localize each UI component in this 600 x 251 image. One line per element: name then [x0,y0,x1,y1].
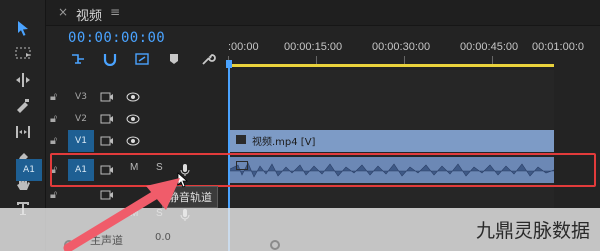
track-select-icon[interactable] [8,44,38,64]
ruler-label: 00:00:30:00 [372,41,431,53]
source-patch-a1[interactable]: A1 [16,159,42,181]
ruler-tick [404,56,405,64]
wrench-icon[interactable] [200,52,216,66]
lock-icon[interactable]: 🔓︎ [50,112,57,126]
marker-icon[interactable] [166,52,182,66]
ruler-tick [316,56,317,64]
sequence-tab-bar: × 视频 ≡ [46,0,600,26]
eye-icon[interactable] [126,90,140,104]
track-name[interactable]: V2 [68,108,94,130]
fx-badge-icon [236,135,246,144]
watermark-text: 九鼎灵脉数据 [475,220,590,242]
track-v1-header: 🔓︎ V1 [0,130,228,152]
eye-icon[interactable] [126,112,140,126]
ruler-label: 00:00:15:00 [284,41,343,53]
lock-icon[interactable]: 🔓︎ [50,90,57,104]
sync-lock-icon[interactable] [100,134,114,148]
ruler-label: 00:01:00:0 [532,41,584,53]
playhead-timecode[interactable]: 00:00:00:00 [68,30,165,46]
track-v3-header: 🔓︎ V3 [0,86,228,108]
track-name[interactable]: V1 [68,130,94,152]
magnet-icon[interactable] [102,52,118,66]
sync-lock-icon[interactable] [100,112,114,126]
lock-icon[interactable]: 🔓︎ [50,134,57,148]
scroll-handle-icon[interactable] [270,240,280,250]
ruler-tick [492,56,493,64]
eye-icon[interactable] [126,134,140,148]
lock-icon[interactable]: 🔓︎ [50,188,57,202]
sync-lock-icon[interactable] [100,90,114,104]
snap-icon[interactable] [70,52,86,66]
ruler-label: 00:00:45:00 [460,41,519,53]
linked-select-icon[interactable] [134,52,150,66]
ruler-label: :00:00 [228,41,259,53]
video-clip[interactable]: 视频.mp4 [V] [228,130,554,152]
annotation-arrow-icon [63,178,180,251]
sequence-tab[interactable]: 视频 [76,5,102,24]
clip-label: 视频.mp4 [V] [252,137,316,148]
premiere-timeline-window: × 视频 ≡ 00:00:00:00 :00:00 00:00:15:00 00… [0,0,600,251]
selection-icon[interactable] [8,18,38,38]
work-area-bar[interactable] [228,64,554,67]
tab-close-button[interactable]: × [58,5,68,19]
tab-menu-icon[interactable]: ≡ [110,5,120,19]
track-name[interactable]: V3 [68,86,94,108]
track-v2-header: 🔓︎ V2 [0,108,228,130]
